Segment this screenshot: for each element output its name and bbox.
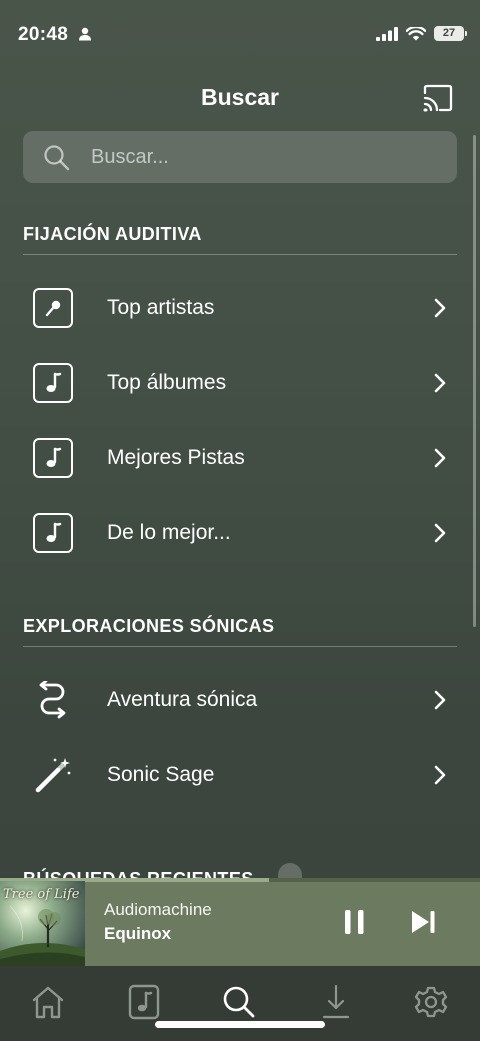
menu-item-label: Sonic Sage [107, 763, 215, 786]
search-tab-icon[interactable] [219, 984, 259, 1020]
status-bar: 20:48 27 [0, 0, 480, 60]
magic-wand-icon [33, 755, 73, 795]
tab-bar [0, 966, 480, 1041]
page-title: Buscar [201, 84, 279, 110]
pause-button[interactable] [342, 908, 368, 936]
chevron-right-icon [434, 373, 446, 393]
player-artist: Audiomachine [104, 900, 212, 919]
section-title-exploraciones: EXPLORACIONES SÓNICAS [23, 616, 275, 636]
home-icon[interactable] [28, 984, 68, 1020]
menu-item-de-lo-mejor[interactable]: De lo mejor... [0, 497, 480, 569]
scrollbar[interactable] [473, 135, 476, 627]
chevron-right-icon [434, 690, 446, 710]
cast-icon[interactable] [422, 84, 454, 112]
music-note-icon [33, 513, 73, 553]
menu-item-aventura-sonica[interactable]: Aventura sónica [0, 664, 480, 736]
music-note-icon [33, 438, 73, 478]
status-time: 20:48 [18, 24, 69, 45]
section-title-fijacion: FIJACIÓN AUDITIVA [23, 224, 202, 244]
library-music-note-icon[interactable] [124, 984, 164, 1020]
menu-item-label: Aventura sónica [107, 688, 258, 711]
mini-player[interactable]: Tree of Life Audiomachine Equinox [0, 878, 480, 966]
menu-item-sonic-sage[interactable]: Sonic Sage [0, 739, 480, 811]
route-arrows-icon [33, 680, 73, 720]
gear-icon[interactable] [411, 984, 451, 1020]
section-divider [23, 646, 457, 647]
album-art-title: Tree of Life [3, 887, 80, 902]
microphone-icon [33, 288, 73, 328]
menu-item-label: De lo mejor... [107, 521, 231, 544]
chevron-right-icon [434, 765, 446, 785]
home-indicator [155, 1021, 325, 1028]
album-art[interactable]: Tree of Life [0, 881, 85, 966]
chevron-right-icon [434, 298, 446, 318]
search-input[interactable] [91, 131, 441, 183]
menu-item-mejores-pistas[interactable]: Mejores Pistas [0, 422, 480, 494]
recent-count-badge [278, 863, 302, 878]
player-track-title: Equinox [104, 924, 172, 943]
menu-item-top-artistas[interactable]: Top artistas [0, 272, 480, 344]
download-icon[interactable] [316, 984, 356, 1020]
menu-item-top-albumes[interactable]: Top álbumes [0, 347, 480, 419]
person-icon [79, 27, 91, 41]
battery-indicator: 27 [434, 26, 467, 41]
section-title-recent: BÚSQUEDAS RECIENTES [23, 864, 254, 878]
menu-item-label: Top álbumes [107, 371, 227, 394]
chevron-right-icon [434, 523, 446, 543]
chevron-right-icon [434, 448, 446, 468]
search-bar[interactable] [23, 131, 457, 183]
music-note-icon [33, 363, 73, 403]
search-icon [44, 145, 70, 171]
menu-item-label: Top artistas [107, 296, 215, 319]
signal-icon [376, 26, 398, 41]
section-divider [23, 254, 457, 255]
wifi-icon [406, 26, 426, 40]
next-track-button[interactable] [410, 908, 438, 936]
menu-item-label: Mejores Pistas [107, 446, 245, 469]
